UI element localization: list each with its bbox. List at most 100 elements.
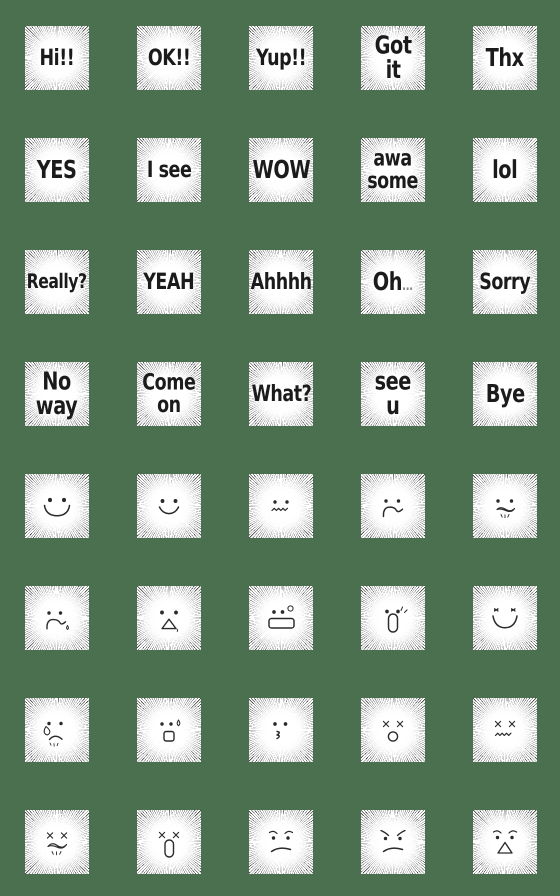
sticker-face-three-mouth[interactable] — [249, 698, 313, 762]
sticker-content — [137, 698, 201, 762]
sticker-content: Ahhhh — [249, 250, 313, 314]
sticker-label: Oh... — [372, 267, 413, 296]
sticker-face-happy-eyes[interactable] — [473, 586, 537, 650]
sticker-face — [137, 698, 201, 762]
sticker-yeah[interactable]: YEAH — [137, 250, 201, 314]
sticker-face — [361, 810, 425, 874]
sticker-face-squiggle[interactable] — [249, 474, 313, 538]
sticker-no-way[interactable]: No way — [25, 362, 89, 426]
ellipsis-suffix: ... — [402, 276, 413, 294]
sticker-label: Really? — [27, 269, 88, 294]
sticker-label: Got it — [374, 31, 412, 84]
sticker-content — [249, 698, 313, 762]
sticker-content: Come on — [137, 362, 201, 426]
sticker-content — [25, 586, 89, 650]
sticker-label: No way — [36, 367, 78, 420]
sticker-face-smile-big[interactable] — [25, 474, 89, 538]
sticker-come-on[interactable]: Come on — [137, 362, 201, 426]
sticker-face-shock[interactable] — [361, 586, 425, 650]
sticker-face — [473, 586, 537, 650]
sticker-content: I see — [137, 138, 201, 202]
sticker-content: YES — [25, 138, 89, 202]
sticker-got-it[interactable]: Got it — [361, 26, 425, 90]
sticker-see-u[interactable]: see u — [361, 362, 425, 426]
sticker-label: OK!! — [147, 44, 191, 71]
sticker-face — [137, 810, 201, 874]
sticker-hi[interactable]: Hi!! — [25, 26, 89, 90]
sticker-label: WOW — [252, 155, 310, 184]
sticker-face-smile-small[interactable] — [137, 474, 201, 538]
sticker-label: Hi!! — [39, 44, 75, 71]
sticker-content — [361, 586, 425, 650]
sticker-content: Really? — [25, 250, 89, 314]
sticker-face — [25, 586, 89, 650]
sticker-content: Yup!! — [249, 26, 313, 90]
sticker-ahhhh[interactable]: Ahhhh — [249, 250, 313, 314]
sticker-face-cry[interactable] — [25, 698, 89, 762]
sticker-content — [137, 810, 201, 874]
sticker-content — [249, 810, 313, 874]
sticker-face — [473, 810, 537, 874]
sticker-label: Bye — [485, 379, 525, 408]
sticker-grid: Hi!! OK!! Yup!! Got it Thx YES I see WOW awa som… — [0, 0, 560, 896]
sticker-face-angry-brow[interactable] — [361, 810, 425, 874]
sticker-content — [361, 810, 425, 874]
sticker-label: What? — [251, 380, 311, 407]
sticker-face-rect-mouth[interactable] — [249, 586, 313, 650]
sticker-label: lol — [492, 155, 518, 184]
sticker-content — [137, 586, 201, 650]
sticker-content — [137, 474, 201, 538]
sticker-content — [473, 474, 537, 538]
sticker-content — [361, 474, 425, 538]
sticker-face-x-o[interactable] — [361, 698, 425, 762]
sticker-face — [137, 586, 201, 650]
sticker-thx[interactable]: Thx — [473, 26, 537, 90]
sticker-content — [473, 698, 537, 762]
sticker-content: OK!! — [137, 26, 201, 90]
sticker-awasome[interactable]: awa some — [361, 138, 425, 202]
sticker-sorry[interactable]: Sorry — [473, 250, 537, 314]
sticker-content — [25, 698, 89, 762]
sticker-face-sweat-square[interactable] — [137, 698, 201, 762]
sticker-face-x-squiggle[interactable] — [473, 698, 537, 762]
sticker-really[interactable]: Really? — [25, 250, 89, 314]
sticker-face-triangle[interactable] — [137, 586, 201, 650]
sticker-face-sad-brow[interactable] — [249, 810, 313, 874]
sticker-yes[interactable]: YES — [25, 138, 89, 202]
sticker-content: No way — [25, 362, 89, 426]
sticker-face — [249, 698, 313, 762]
sticker-label: YES — [37, 155, 77, 184]
sticker-face-worried[interactable] — [361, 474, 425, 538]
sticker-label: I see — [146, 156, 192, 183]
sticker-face — [249, 586, 313, 650]
sticker-content — [25, 810, 89, 874]
sticker-label: awa some — [367, 145, 419, 194]
sticker-content — [25, 474, 89, 538]
sticker-face-x-sigh[interactable] — [25, 810, 89, 874]
sticker-content: WOW — [249, 138, 313, 202]
sticker-label: Sorry — [479, 268, 531, 295]
sticker-face — [361, 586, 425, 650]
sticker-label: see u — [374, 367, 412, 420]
sticker-face — [25, 810, 89, 874]
sticker-bye[interactable]: Bye — [473, 362, 537, 426]
sticker-yup[interactable]: Yup!! — [249, 26, 313, 90]
sticker-label: Thx — [485, 43, 525, 72]
sticker-face — [473, 698, 537, 762]
sticker-content — [473, 586, 537, 650]
sticker-face-sigh[interactable] — [473, 474, 537, 538]
sticker-content — [473, 810, 537, 874]
sticker-face-sad-triangle[interactable] — [473, 810, 537, 874]
sticker-face-awkward[interactable] — [25, 586, 89, 650]
sticker-face — [137, 474, 201, 538]
sticker-oh[interactable]: Oh... — [361, 250, 425, 314]
sticker-content: awa some — [361, 138, 425, 202]
sticker-i-see[interactable]: I see — [137, 138, 201, 202]
sticker-wow[interactable]: WOW — [249, 138, 313, 202]
sticker-ok[interactable]: OK!! — [137, 26, 201, 90]
sticker-face-x-shock[interactable] — [137, 810, 201, 874]
sticker-face — [249, 810, 313, 874]
sticker-content: What? — [249, 362, 313, 426]
sticker-lol[interactable]: lol — [473, 138, 537, 202]
sticker-what[interactable]: What? — [249, 362, 313, 426]
